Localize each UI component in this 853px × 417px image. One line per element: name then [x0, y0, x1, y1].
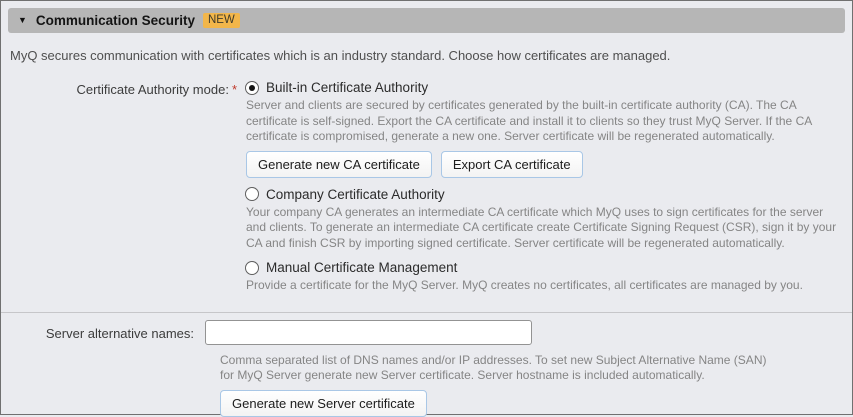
radio-button-icon[interactable] — [245, 261, 259, 275]
san-row: Server alternative names: Comma separate… — [1, 320, 852, 417]
ca-mode-label: Certificate Authority mode:* — [1, 80, 237, 97]
export-ca-certificate-button[interactable]: Export CA certificate — [441, 151, 583, 178]
generate-new-ca-certificate-button[interactable]: Generate new CA certificate — [246, 151, 432, 178]
generate-new-server-certificate-button[interactable]: Generate new Server certificate — [220, 390, 427, 417]
section-divider — [1, 312, 852, 313]
ca-buttons-row: Generate new CA certificate Export CA ce… — [246, 151, 846, 178]
radio-label: Built-in Certificate Authority — [266, 80, 428, 95]
new-badge: NEW — [203, 13, 240, 29]
san-description: Comma separated list of DNS names and/or… — [220, 353, 780, 384]
server-alternative-names-input[interactable] — [205, 320, 532, 345]
communication-security-panel: { "header": { "title": "Communication Se… — [0, 0, 853, 415]
section-title: Communication Security — [36, 13, 195, 28]
ca-mode-row: Certificate Authority mode:* Built-in Ce… — [1, 80, 852, 303]
radio-label: Manual Certificate Management — [266, 260, 457, 275]
option-manual-cert-management: Manual Certificate Management Provide a … — [245, 260, 846, 294]
collapse-caret-icon[interactable]: ▼ — [18, 16, 27, 25]
required-asterisk: * — [232, 82, 237, 97]
option-description: Server and clients are secured by certif… — [246, 98, 846, 145]
radio-label: Company Certificate Authority — [266, 187, 445, 202]
section-intro-text: MyQ secures communication with certifica… — [10, 48, 843, 63]
option-company-ca: Company Certificate Authority Your compa… — [245, 187, 846, 252]
option-description: Your company CA generates an intermediat… — [246, 205, 846, 252]
ca-mode-options: Built-in Certificate Authority Server an… — [245, 80, 846, 303]
radio-button-selected-icon[interactable] — [245, 81, 259, 95]
radio-company-ca[interactable]: Company Certificate Authority — [245, 187, 846, 202]
san-field: Comma separated list of DNS names and/or… — [205, 320, 780, 417]
san-label: Server alternative names: — [1, 320, 194, 341]
certificate-settings-form: Certificate Authority mode:* Built-in Ce… — [1, 80, 852, 417]
radio-button-icon[interactable] — [245, 187, 259, 201]
option-description: Provide a certificate for the MyQ Server… — [246, 278, 846, 294]
radio-manual-cert-management[interactable]: Manual Certificate Management — [245, 260, 846, 275]
option-built-in-ca: Built-in Certificate Authority Server an… — [245, 80, 846, 178]
section-header[interactable]: ▼ Communication Security NEW — [8, 8, 845, 33]
radio-built-in-ca[interactable]: Built-in Certificate Authority — [245, 80, 846, 95]
